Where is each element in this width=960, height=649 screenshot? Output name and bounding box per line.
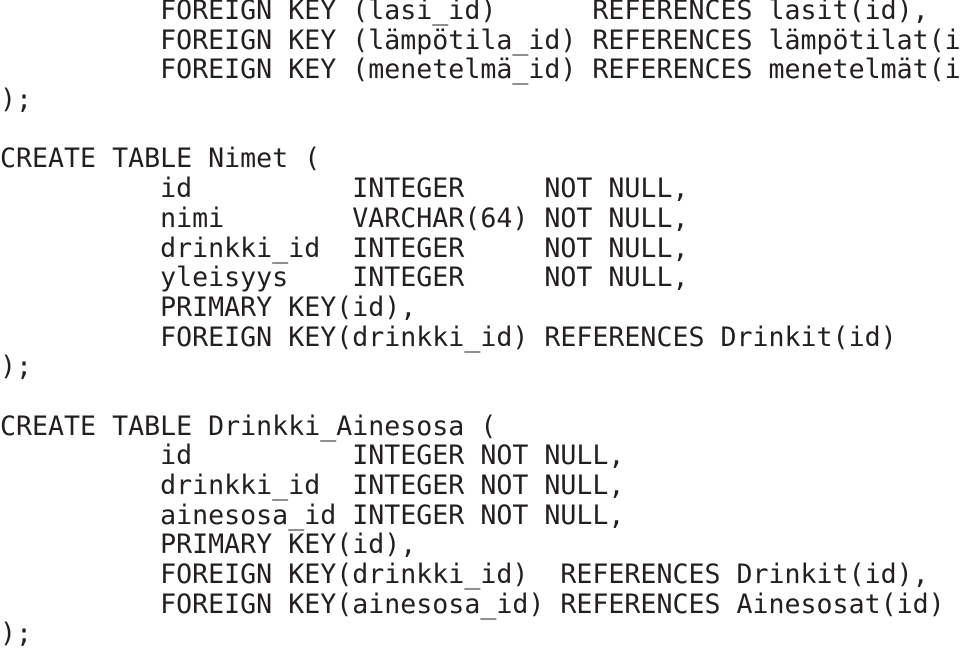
code-line: yleisyys INTEGER NOT NULL, bbox=[0, 262, 689, 294]
code-line-statement-terminator: ); bbox=[0, 351, 33, 383]
code-line: ainesosa_id INTEGER NOT NULL, bbox=[0, 499, 625, 531]
code-line: drinkki_id INTEGER NOT NULL, bbox=[0, 470, 625, 501]
code-line: drinkki_id INTEGER NOT NULL, bbox=[0, 232, 689, 264]
code-line-create-table-nimet: CREATE TABLE Nimet ( bbox=[0, 143, 321, 175]
code-line: PRIMARY KEY(id), bbox=[0, 529, 417, 561]
sql-code-block: FOREIGN KEY (lasi_id) REFERENCES lasit(i… bbox=[0, 0, 960, 649]
code-line: FOREIGN KEY(ainesosa_id) REFERENCES Aine… bbox=[0, 588, 945, 620]
code-line-create-table-drinkki-ainesosa: CREATE TABLE Drinkki_Ainesosa ( bbox=[0, 410, 497, 442]
code-line: id INTEGER NOT NULL, bbox=[0, 440, 625, 472]
code-line-statement-terminator: ); bbox=[0, 84, 33, 116]
code-line: FOREIGN KEY(drinkki_id) REFERENCES Drink… bbox=[0, 559, 929, 591]
code-line-statement-terminator: ); bbox=[0, 618, 33, 649]
code-line: PRIMARY KEY(id), bbox=[0, 291, 417, 323]
document-page: FOREIGN KEY (lasi_id) REFERENCES lasit(i… bbox=[0, 0, 960, 649]
code-line: FOREIGN KEY (menetelmä_id) REFERENCES me… bbox=[0, 54, 960, 86]
code-line: FOREIGN KEY (lämpötila_id) REFERENCES lä… bbox=[0, 24, 960, 56]
code-line: FOREIGN KEY(drinkki_id) REFERENCES Drink… bbox=[0, 321, 897, 353]
code-line: nimi VARCHAR(64) NOT NULL, bbox=[0, 202, 689, 234]
code-line: FOREIGN KEY (lasi_id) REFERENCES lasit(i… bbox=[0, 0, 929, 26]
code-line: id INTEGER NOT NULL, bbox=[0, 173, 689, 205]
